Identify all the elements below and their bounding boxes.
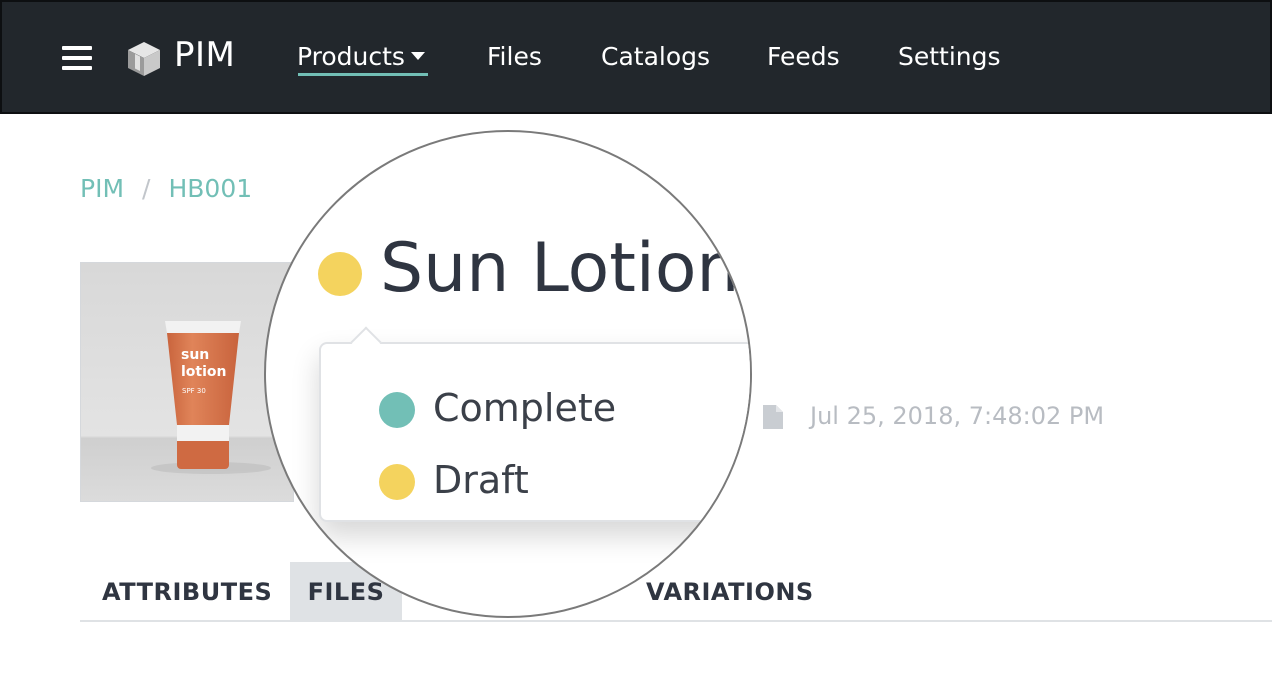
tube-text-spf: SPF 30 [182, 387, 206, 395]
file-icon [763, 405, 783, 429]
last-modified-timestamp: Jul 25, 2018, 7:48:02 PM [810, 402, 1105, 430]
page: PIM Products Files Catalogs Feeds Settin… [0, 0, 1272, 688]
breadcrumb: PIM / HB001 [80, 174, 252, 203]
tab-attributes[interactable]: ATTRIBUTES [102, 562, 272, 620]
nav-products[interactable]: Products [297, 42, 425, 71]
nav-settings[interactable]: Settings [898, 42, 1001, 71]
dropdown-arrow [350, 326, 382, 358]
app-name[interactable]: PIM [174, 35, 235, 75]
caret-down-icon [410, 52, 425, 60]
breadcrumb-item-pim[interactable]: PIM [80, 174, 124, 203]
status-indicator-dot[interactable] [318, 252, 362, 296]
status-dot-draft [379, 464, 415, 500]
hamburger-menu-icon[interactable] [62, 46, 92, 70]
breadcrumb-item-hb001[interactable]: HB001 [168, 174, 252, 203]
cube-logo-icon [128, 42, 160, 76]
top-navbar: PIM Products Files Catalogs Feeds Settin… [0, 0, 1272, 114]
nav-products-label: Products [297, 42, 405, 71]
sun-lotion-tube-image: sun lotion SPF 30 [81, 263, 293, 501]
product-title: Sun Lotion [380, 229, 740, 308]
nav-files[interactable]: Files [487, 42, 542, 71]
status-option-label: Complete [433, 386, 617, 430]
nav-active-underline [298, 73, 428, 76]
product-image[interactable]: sun lotion SPF 30 [80, 262, 294, 502]
nav-feeds[interactable]: Feeds [767, 42, 840, 71]
status-dropdown-menu: Complete Draft [319, 326, 750, 522]
magnifier-callout: Sun Lotion Complete Draft [264, 130, 752, 618]
status-option-label: Draft [433, 458, 529, 502]
tube-text-lotion: lotion [181, 364, 227, 380]
status-dot-complete [379, 392, 415, 428]
tab-variations[interactable]: VARIATIONS [646, 562, 814, 620]
breadcrumb-separator: / [142, 174, 151, 203]
nav-catalogs[interactable]: Catalogs [601, 42, 710, 71]
tube-text-sun: sun [181, 347, 209, 363]
product-tabs: ATTRIBUTES FILES VARIATIONS [80, 562, 1272, 622]
